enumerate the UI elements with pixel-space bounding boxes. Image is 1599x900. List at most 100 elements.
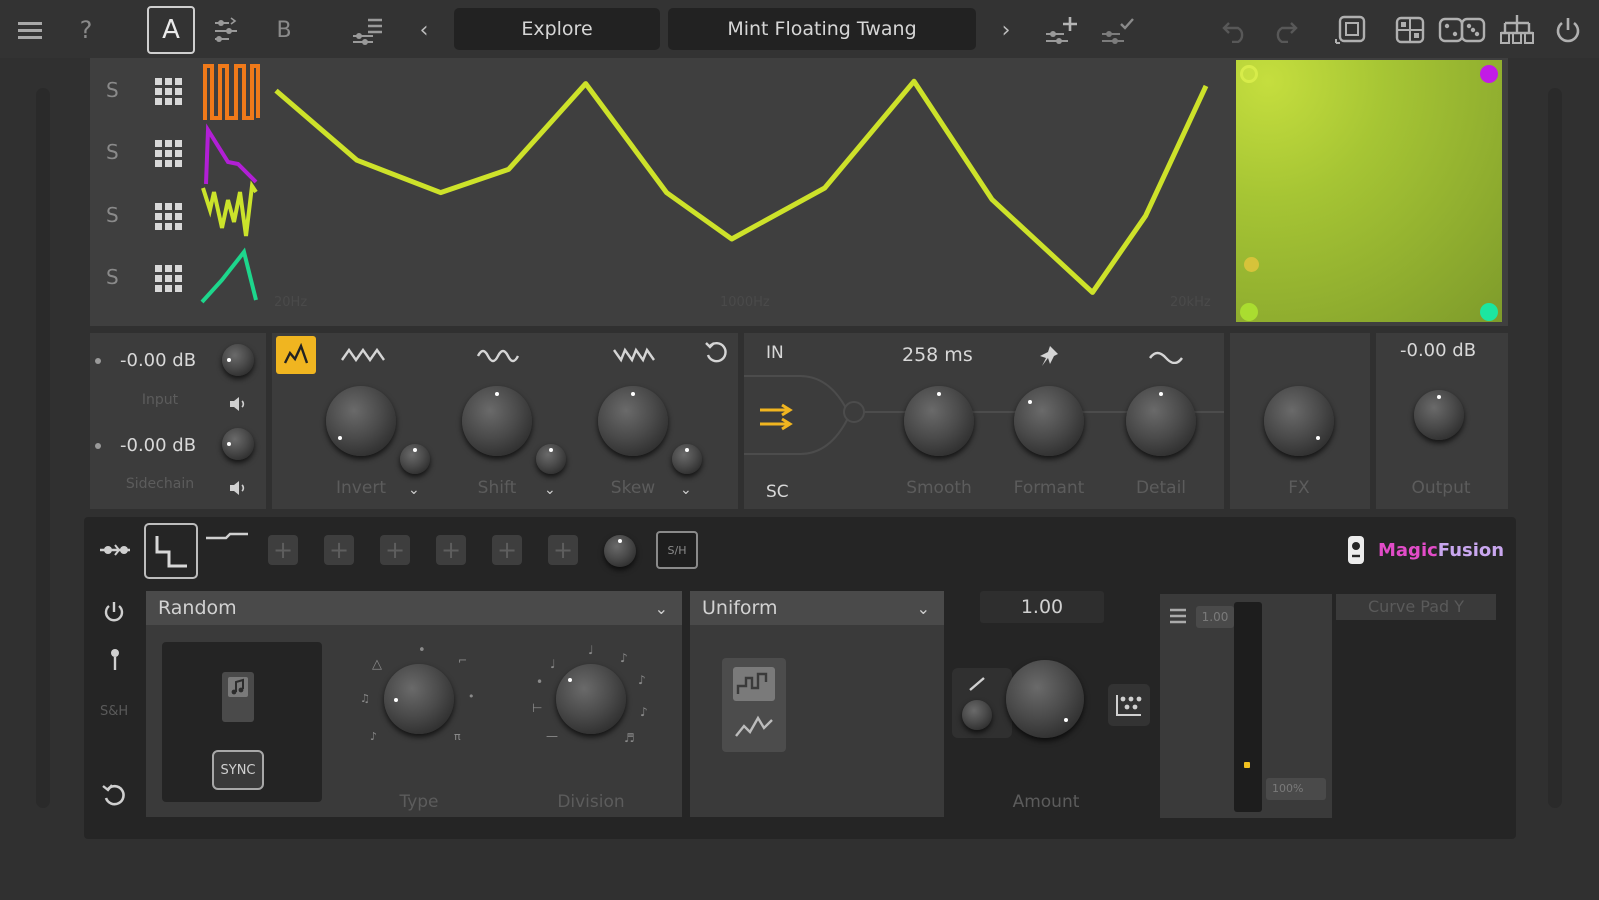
curve-pct-box[interactable]: 100% [1266,778,1326,800]
source-solo-3[interactable]: S [106,203,122,227]
source-thumb-2[interactable] [204,123,258,185]
source-grid-icon-4[interactable] [153,263,185,295]
layout-grid-icon[interactable] [1392,12,1428,48]
type-knob[interactable] [384,664,454,734]
sidechain-gain-knob[interactable] [222,428,254,460]
add-mod-slot-5[interactable]: + [492,535,522,565]
amount-mode-icon[interactable] [1108,684,1150,726]
shift-mod-chevron-icon[interactable]: ⌄ [544,482,556,498]
slot-b-button[interactable]: B [266,12,302,48]
source-grid-icon-1[interactable] [153,76,185,108]
pad-corner-dot-bottom-right[interactable] [1480,303,1498,321]
source-solo-2[interactable]: S [106,140,122,164]
smooth-knob[interactable] [904,386,974,456]
input-db-value[interactable]: -0.00 dB [120,350,196,371]
copy-a-to-b-icon[interactable] [208,12,244,48]
mod-route-icon[interactable] [98,540,132,560]
slot-a-button[interactable]: A [147,6,195,54]
shaper-mode-button[interactable] [276,336,316,374]
smooth-value[interactable]: 258 ms [902,344,973,366]
next-preset-button[interactable]: › [988,12,1024,48]
preset-bank-button[interactable]: Explore [454,8,660,50]
shift-shape-icon [476,346,522,364]
mod-mini-knob[interactable] [604,535,636,567]
note-mode-icon[interactable] [222,672,254,722]
add-mod-slot-2[interactable]: + [324,535,354,565]
xy-morph-pad[interactable] [1236,60,1502,322]
source-thumb-4[interactable] [200,247,258,304]
sidechain-speaker-icon[interactable] [228,480,248,496]
pad-corner-dot-top-left[interactable] [1240,65,1258,83]
source-thumb-3[interactable] [201,180,258,237]
amount-knob[interactable] [1006,660,1084,738]
sidechain-active-dot[interactable] [95,443,101,449]
preset-name-button[interactable]: Mint Floating Twang [668,8,976,50]
amount-attenuator[interactable] [952,668,1012,738]
invert-knob[interactable] [326,386,396,456]
input-active-dot[interactable] [95,358,101,364]
routing-icon[interactable] [1498,12,1534,48]
confirm-preset-icon[interactable] [1100,12,1136,48]
source-thumb-1[interactable] [203,64,260,120]
prev-preset-button[interactable]: ‹ [406,12,442,48]
power-icon[interactable] [1550,12,1586,48]
skew-knob[interactable] [598,386,668,456]
input-gain-knob[interactable] [222,344,254,376]
mod-tab-sample-hold[interactable] [144,523,198,579]
preset-list-icon[interactable] [350,12,386,48]
level-meter[interactable] [1234,602,1262,812]
sidechain-db-value[interactable]: -0.00 dB [120,435,196,456]
division-knob[interactable] [556,664,626,734]
mini-value[interactable]: 1.00 [1196,606,1234,628]
shift-mod-knob[interactable] [536,444,566,474]
redo-icon[interactable] [1266,12,1302,48]
resize-icon[interactable] [1334,12,1370,48]
formant-pin-icon[interactable] [1038,344,1064,370]
svg-text:♩: ♩ [550,657,556,671]
amount-mini-knob[interactable] [962,700,992,730]
menu-icon[interactable] [12,12,48,48]
add-mod-slot-4[interactable]: + [436,535,466,565]
distribution-dropdown[interactable]: Uniform ⌄ [690,591,944,625]
save-preset-icon[interactable] [1044,12,1080,48]
input-speaker-icon[interactable] [228,396,248,412]
mod-tab-envelope[interactable] [204,528,250,548]
mod-power-icon[interactable] [102,600,126,624]
fx-knob[interactable] [1264,386,1334,456]
skew-mod-chevron-icon[interactable]: ⌄ [680,482,692,498]
randomize-icon[interactable] [1436,12,1488,48]
mod-pin-icon[interactable] [107,648,123,672]
pad-corner-dot-bottom-left[interactable] [1240,303,1258,321]
formant-knob[interactable] [1014,386,1084,456]
help-icon[interactable]: ? [68,12,104,48]
route-arrows-icon[interactable] [758,402,798,432]
invert-mod-chevron-icon[interactable]: ⌄ [408,482,420,498]
source-grid-icon-3[interactable] [153,201,185,233]
amount-value-box[interactable]: 1.00 [980,591,1104,623]
pad-corner-dot-top-right[interactable] [1480,65,1498,83]
output-db-value[interactable]: -0.00 dB [1400,340,1476,361]
reset-shaper-icon[interactable] [704,340,730,366]
output-knob[interactable] [1414,390,1464,440]
skew-mod-knob[interactable] [672,444,702,474]
invert-mod-knob[interactable] [400,444,430,474]
add-mod-slot-6[interactable]: + [548,535,578,565]
detail-knob[interactable] [1126,386,1196,456]
distribution-shape-button[interactable] [722,658,786,752]
add-mod-slot-3[interactable]: + [380,535,410,565]
sync-button[interactable]: SYNC [212,750,264,790]
shift-knob[interactable] [462,386,532,456]
source-solo-4[interactable]: S [106,265,122,289]
source-grid-icon-2[interactable] [153,138,185,170]
mode-dropdown[interactable]: Random ⌄ [146,591,682,625]
mod-tab-sh-button[interactable]: S/H [656,531,698,569]
detail-wave-icon[interactable] [1148,348,1184,364]
curve-list-icon[interactable] [1168,606,1188,626]
pad-position-dot[interactable] [1244,257,1259,272]
add-mod-slot-1[interactable]: + [268,535,298,565]
source-solo-1[interactable]: S [106,78,122,102]
mod-reset-icon[interactable] [100,782,128,810]
undo-icon[interactable] [1218,12,1254,48]
svg-text:♪: ♪ [638,673,646,687]
wave-graph[interactable]: 20Hz 1000Hz 20kHz [270,60,1226,322]
